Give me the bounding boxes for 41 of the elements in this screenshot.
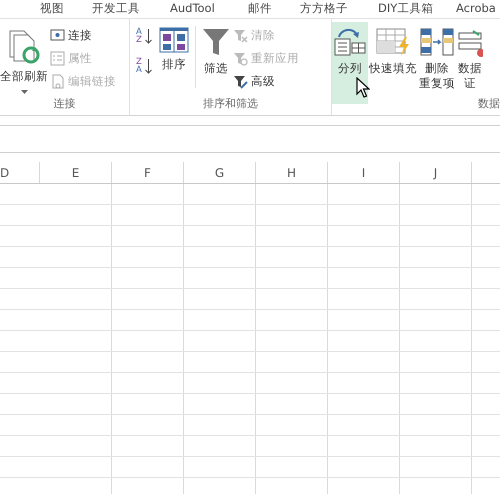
reapply-icon bbox=[232, 50, 248, 66]
flash-fill-icon bbox=[375, 27, 411, 57]
sort-icon bbox=[158, 27, 189, 53]
ribbon-button[interactable]: 删除 重复项 bbox=[418, 22, 456, 104]
ribbon-button[interactable]: 排序 bbox=[158, 22, 190, 104]
ribbon-tab[interactable]: Acroba bbox=[456, 0, 496, 16]
ribbon-tab[interactable]: 视图 bbox=[40, 0, 64, 16]
ribbon-button[interactable]: 高级 bbox=[230, 72, 301, 90]
down-arrow-icon bbox=[144, 58, 152, 74]
column-header: G bbox=[184, 162, 256, 183]
column-header: H bbox=[256, 162, 328, 183]
funnel-icon bbox=[202, 27, 230, 57]
advanced-filter-icon bbox=[232, 74, 248, 88]
column-header: D bbox=[0, 162, 40, 183]
edit-links-icon bbox=[50, 74, 65, 88]
ribbon-tab[interactable]: 开发工具 bbox=[92, 0, 140, 16]
ribbon-button[interactable]: 快速填充 bbox=[368, 22, 418, 104]
ribbon-tab[interactable]: AudTool bbox=[170, 0, 215, 16]
ribbon-button[interactable]: 分列 bbox=[332, 22, 368, 104]
column-header: F bbox=[112, 162, 184, 183]
clear-filter-icon bbox=[232, 28, 248, 42]
cursor-icon bbox=[356, 77, 370, 99]
connection-icon bbox=[50, 28, 65, 42]
column-header: J bbox=[400, 162, 472, 183]
columns-icon bbox=[333, 27, 367, 57]
ribbon-tab[interactable]: 邮件 bbox=[248, 0, 272, 16]
ribbon-button[interactable]: 全部刷新 bbox=[0, 22, 48, 104]
sort-ascending-button[interactable]: A Z bbox=[130, 26, 158, 46]
group-label: 排序和筛选 bbox=[202, 97, 259, 111]
down-arrow-icon bbox=[144, 28, 152, 44]
group-label: 连接 bbox=[52, 97, 76, 111]
ribbon-button[interactable]: 连接 bbox=[48, 26, 118, 44]
formula-bar[interactable] bbox=[0, 125, 500, 153]
column-header: I bbox=[328, 162, 400, 183]
sort-descending-button[interactable]: Z A bbox=[130, 56, 158, 76]
ribbon-tab[interactable]: 方方格子 bbox=[300, 0, 348, 16]
group-label: 数据 bbox=[477, 97, 500, 111]
properties-icon bbox=[50, 50, 65, 66]
column-header: E bbox=[40, 162, 112, 183]
ribbon-tab[interactable]: DIY工具箱 bbox=[378, 0, 434, 16]
remove-duplicates-icon bbox=[419, 27, 455, 57]
